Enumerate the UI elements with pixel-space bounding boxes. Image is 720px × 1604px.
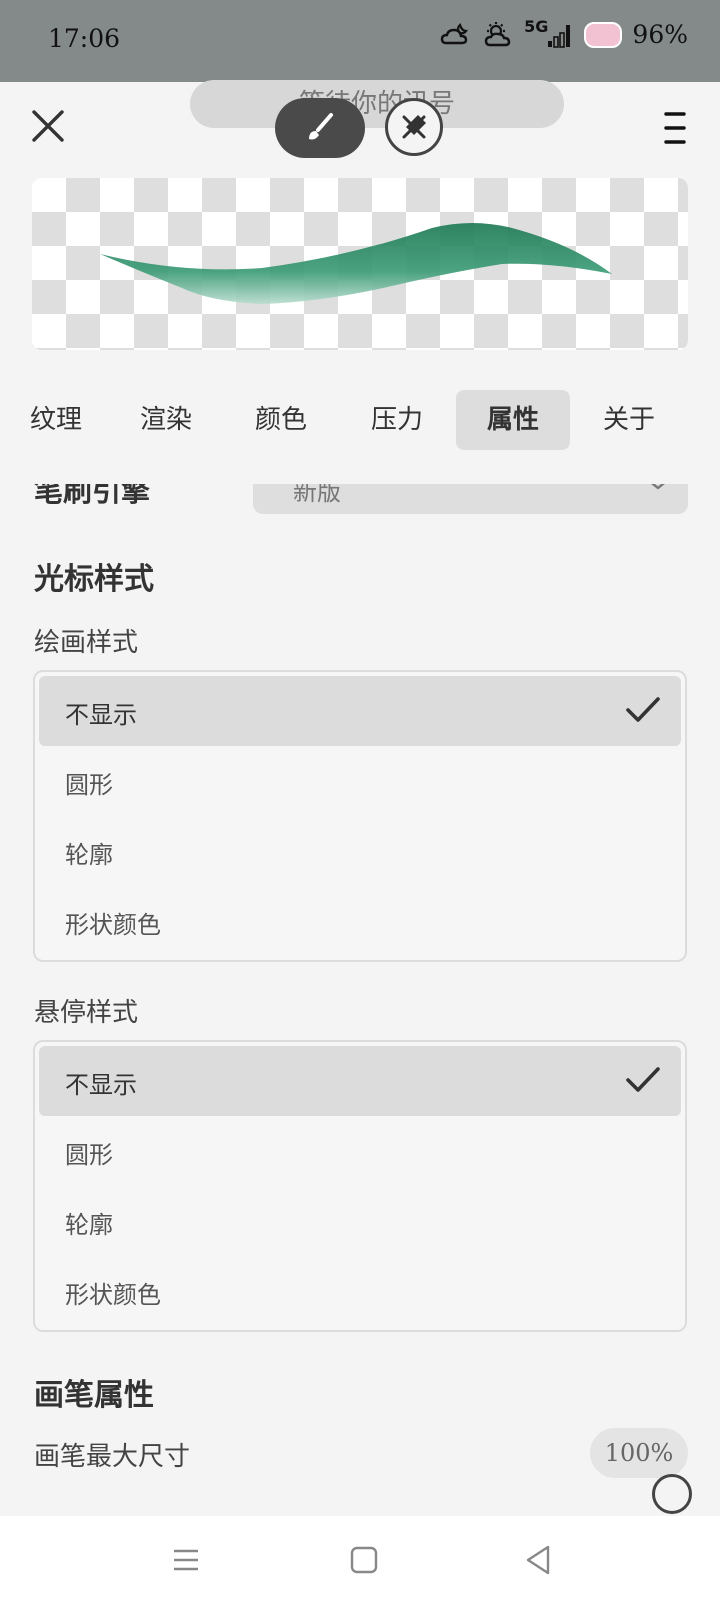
brush-stroke bbox=[100, 223, 612, 304]
5g-signal-icon bbox=[548, 24, 571, 48]
battery-icon bbox=[584, 21, 623, 48]
draw-style-option-circle[interactable]: 圆形 bbox=[39, 746, 681, 816]
brush-engine-select[interactable]: 新版 bbox=[253, 484, 688, 514]
draw-style-option-shape-color[interactable]: 形状颜色 bbox=[39, 886, 681, 956]
draw-style-list: 不显示 圆形 轮廓 形状颜色 bbox=[33, 670, 687, 962]
draw-style-option-none[interactable]: 不显示 bbox=[39, 676, 681, 746]
status-time: 17:06 bbox=[48, 24, 121, 53]
max-size-label: 画笔最大尺寸 bbox=[34, 1442, 191, 1472]
tab-about[interactable]: 关于 bbox=[572, 390, 686, 450]
checkmark-icon bbox=[626, 1067, 660, 1092]
toast-message: 等待你的讯号 bbox=[190, 80, 564, 128]
hover-style-label: 悬停样式 bbox=[34, 998, 139, 1028]
eraser-icon bbox=[402, 115, 426, 139]
brush-engine-value: 新版 bbox=[293, 484, 341, 506]
tab-pressure[interactable]: 压力 bbox=[340, 390, 454, 450]
draw-style-label: 绘画样式 bbox=[34, 628, 139, 658]
home-icon[interactable] bbox=[346, 1542, 382, 1578]
menu-icon bbox=[664, 112, 686, 144]
tab-properties[interactable]: 属性 bbox=[456, 390, 570, 450]
max-size-row: 画笔最大尺寸 100% bbox=[34, 1428, 688, 1478]
tab-color[interactable]: 颜色 bbox=[224, 390, 338, 450]
hover-style-list: 不显示 圆形 轮廓 形状颜色 bbox=[33, 1040, 687, 1332]
draw-style-option-outline[interactable]: 轮廓 bbox=[39, 816, 681, 886]
eraser-button[interactable] bbox=[385, 98, 443, 156]
back-icon[interactable] bbox=[520, 1542, 556, 1578]
navigation-bar bbox=[0, 1516, 720, 1604]
brush-icon bbox=[309, 113, 333, 140]
tab-render[interactable]: 渲染 bbox=[109, 390, 223, 450]
cursor-style-title: 光标样式 bbox=[34, 562, 154, 597]
chevron-down-icon bbox=[651, 484, 665, 490]
cloud-moon-icon bbox=[440, 22, 469, 44]
brush-engine-label: 笔刷引擎 bbox=[34, 484, 151, 508]
hover-style-option-none[interactable]: 不显示 bbox=[39, 1046, 681, 1116]
recent-apps-icon[interactable] bbox=[168, 1542, 204, 1578]
tab-bar: 纹理 渲染 颜色 压力 属性 关于 bbox=[0, 390, 720, 452]
checkmark-icon bbox=[626, 697, 660, 722]
status-icons: 5G 96% bbox=[440, 17, 688, 49]
hover-style-option-outline[interactable]: 轮廓 bbox=[39, 1186, 681, 1256]
status-bar: 17:06 5G 96% bbox=[0, 0, 720, 82]
brush-engine-row: 笔刷引擎 新版 bbox=[34, 484, 688, 530]
battery-level: 96% bbox=[632, 20, 688, 49]
network-label: 5G bbox=[524, 17, 549, 36]
brush-properties-title: 画笔属性 bbox=[34, 1378, 154, 1413]
max-size-value[interactable]: 100% bbox=[590, 1428, 688, 1478]
properties-panel: 笔刷引擎 新版 光标样式 绘画样式 不显示 圆形 轮廓 形状颜色 悬停样式 不显… bbox=[0, 484, 720, 1516]
menu-button[interactable] bbox=[658, 108, 692, 148]
hover-style-option-circle[interactable]: 圆形 bbox=[39, 1116, 681, 1186]
cloud-sun-icon bbox=[484, 21, 511, 46]
slider-knob[interactable] bbox=[652, 1474, 692, 1514]
close-button[interactable] bbox=[28, 106, 68, 146]
close-icon bbox=[32, 110, 64, 142]
hover-style-option-shape-color[interactable]: 形状颜色 bbox=[39, 1256, 681, 1326]
brush-stroke-preview bbox=[32, 178, 688, 350]
brush-button[interactable] bbox=[275, 98, 365, 158]
tab-texture[interactable]: 纹理 bbox=[2, 390, 82, 450]
